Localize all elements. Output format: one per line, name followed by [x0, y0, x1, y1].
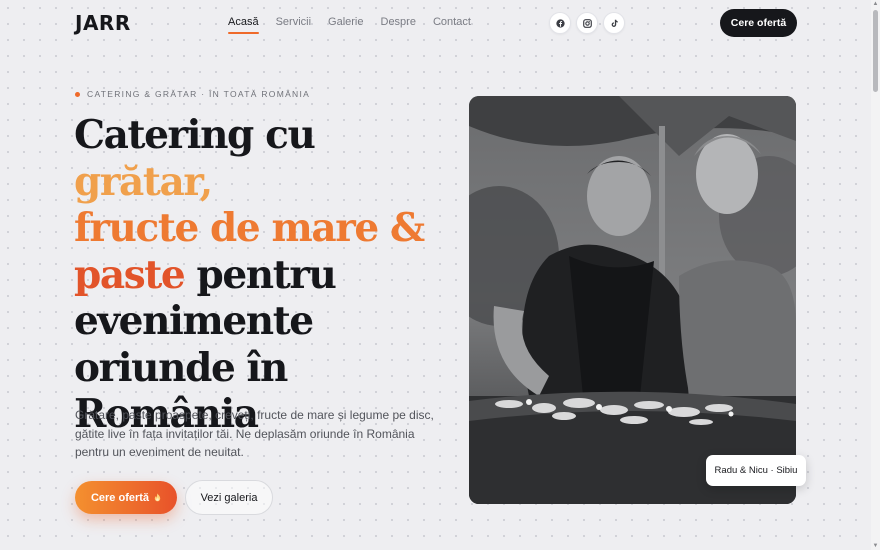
hero-headline: Catering cu grătar, fructe de mare & paste…: [74, 112, 454, 438]
eyebrow-text: CATERING & GRĂTAR · ÎN TOATĂ ROMÂNIA: [87, 89, 311, 99]
headline-highlight-fructe: fructe de mare &: [74, 205, 425, 251]
facebook-link[interactable]: [549, 12, 571, 34]
instagram-icon: [582, 18, 592, 28]
scroll-down-icon[interactable]: ▼: [872, 543, 879, 549]
hero-photo: [469, 96, 796, 504]
page-scrollbar[interactable]: ▲ ▼: [871, 0, 880, 550]
scrollbar-thumb[interactable]: [873, 10, 878, 92]
hero-lead: Grătare, paste proaspete, creveți, fruct…: [75, 408, 434, 459]
social-links: [549, 12, 625, 34]
logo[interactable]: JARR: [75, 11, 131, 35]
hero-quote-button[interactable]: Cere ofertă: [75, 481, 177, 514]
photo-caption: Radu & Nicu · Sibiu: [706, 455, 806, 486]
facebook-icon: [555, 18, 565, 28]
flame-icon: [154, 493, 161, 502]
headline-highlight-gratar: grătar,: [74, 158, 213, 205]
tiktok-link[interactable]: [603, 12, 625, 34]
headline-highlight-paste: paste: [74, 251, 186, 298]
nav-item-contact[interactable]: Contact: [433, 16, 471, 34]
main-nav: Acasă Servicii Galerie Despre Contact: [228, 16, 488, 34]
headline-part1: Catering cu: [74, 112, 316, 158]
header-quote-button[interactable]: Cere ofertă: [720, 9, 797, 37]
instagram-link[interactable]: [576, 12, 598, 34]
nav-item-galerie[interactable]: Galerie: [328, 16, 363, 34]
nav-item-despre[interactable]: Despre: [381, 16, 416, 34]
hero-quote-label: Cere ofertă: [90, 491, 150, 504]
eyebrow-dot: [75, 91, 80, 97]
tiktok-icon: [611, 19, 618, 27]
nav-item-acasa[interactable]: Acasă: [228, 16, 259, 34]
chefs-photo-illustration: [469, 96, 796, 504]
scroll-up-icon[interactable]: ▲: [872, 1, 879, 7]
nav-item-servicii[interactable]: Servicii: [276, 16, 311, 34]
gallery-button[interactable]: Vezi galeria: [185, 480, 273, 515]
hero-eyebrow: CATERING & GRĂTAR · ÎN TOATĂ ROMÂNIA: [75, 89, 310, 99]
